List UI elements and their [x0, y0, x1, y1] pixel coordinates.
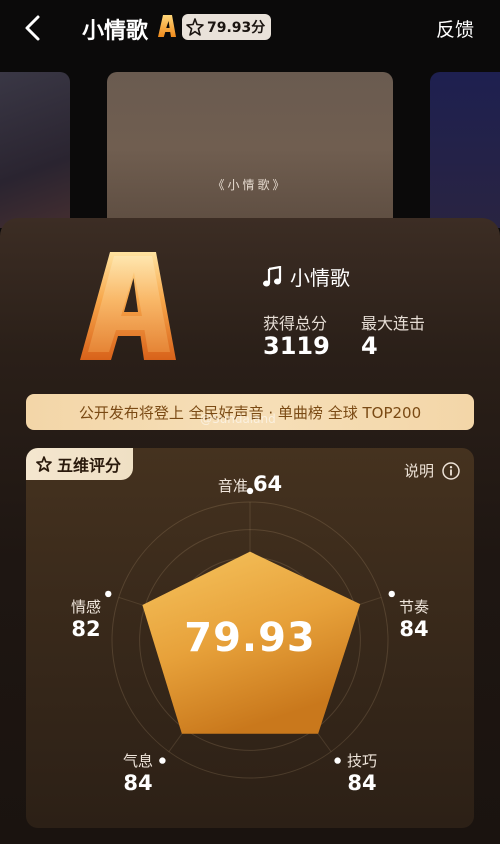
- page-title: 小情歌: [82, 19, 149, 44]
- dimension-value: 84: [347, 771, 377, 795]
- feedback-button[interactable]: 反馈: [436, 15, 474, 42]
- watermark: @Sundaland: [200, 412, 276, 426]
- flower-star-icon: [36, 456, 52, 472]
- score-chip-value: 79.93分: [207, 20, 266, 36]
- score-chip: 79.93分: [182, 14, 272, 40]
- dimension-name: 节奏: [398, 598, 429, 616]
- carousel-card-current[interactable]: 《小情歌》: [107, 72, 393, 228]
- dimension-breath: 气息 84: [112, 750, 164, 795]
- dimension-emotion: 情感 82: [60, 596, 112, 641]
- dimension-skill: 技巧 84: [336, 750, 388, 795]
- dimension-value: 84: [399, 617, 429, 641]
- cover-song-title: 《小情歌》: [212, 178, 288, 192]
- dimension-name: 情感: [70, 598, 101, 616]
- total-score-label: 获得总分: [263, 314, 328, 333]
- top-bar: 小情歌 79.93分 反馈: [0, 0, 500, 58]
- overall-score: 79.93: [184, 615, 316, 661]
- result-song-name: 小情歌: [262, 262, 350, 291]
- dimension-pitch: 音准 64: [210, 472, 290, 496]
- big-grade-a-icon: [80, 252, 176, 360]
- max-combo-label: 最大连击: [361, 314, 426, 333]
- max-combo-value: 4: [361, 332, 378, 360]
- dimension-name: 气息: [122, 752, 153, 770]
- music-note-icon: [263, 265, 282, 286]
- explain-button[interactable]: 说明: [404, 460, 460, 481]
- info-icon[interactable]: [442, 461, 460, 480]
- carousel-card-prev[interactable]: [0, 72, 70, 228]
- total-score-value: 3119: [263, 332, 330, 360]
- five-dimension-tag: 五维评分: [26, 448, 134, 480]
- back-arrow-icon[interactable]: [18, 12, 50, 44]
- dimension-name: 音准: [217, 477, 248, 495]
- cover-carousel[interactable]: 《小情歌》: [0, 58, 500, 228]
- five-dimension-label: 五维评分: [57, 456, 122, 475]
- flower-star-icon: [186, 18, 204, 36]
- grade-a-badge-icon: [158, 15, 176, 37]
- explain-label: 说明: [403, 462, 434, 480]
- dimension-value: 64: [252, 472, 283, 496]
- dimension-value: 82: [71, 617, 101, 641]
- song-name-text: 小情歌: [290, 266, 350, 290]
- dimension-name: 技巧: [346, 752, 377, 770]
- dimension-value: 84: [123, 771, 153, 795]
- carousel-card-next[interactable]: [430, 72, 500, 228]
- dimension-rhythm: 节奏 84: [388, 596, 440, 641]
